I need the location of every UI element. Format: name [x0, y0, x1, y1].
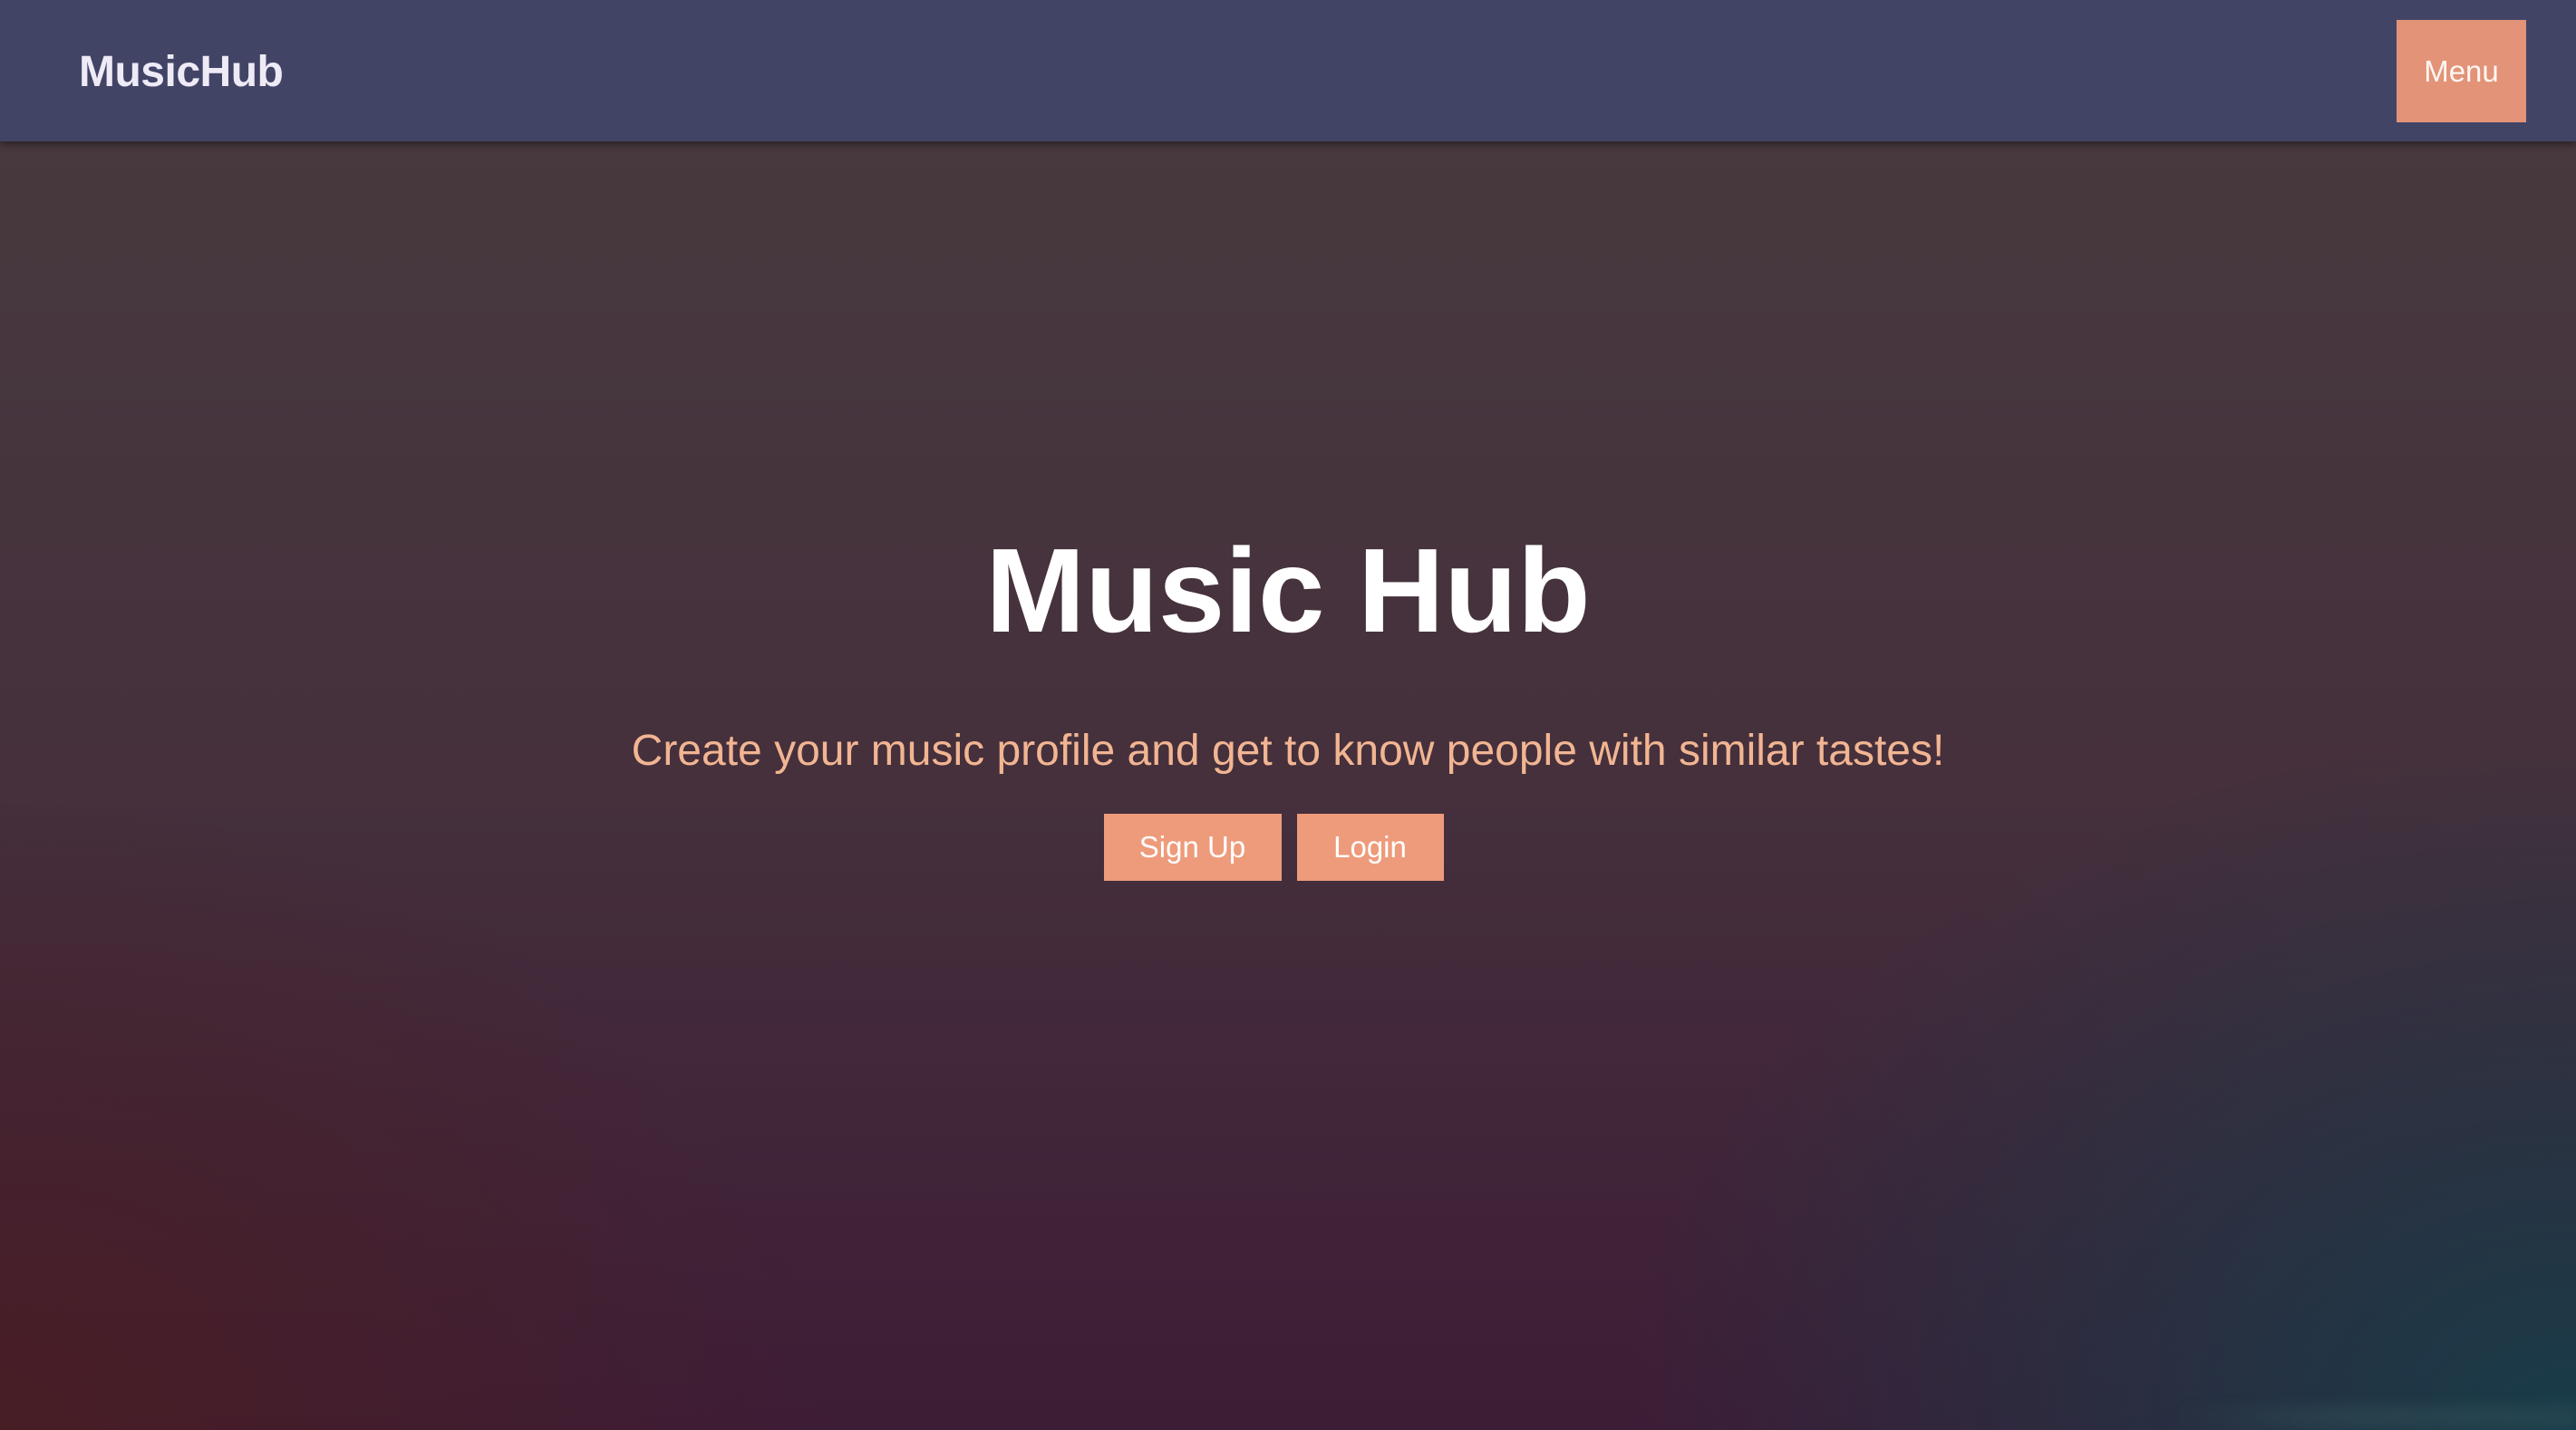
navbar: MusicHub Menu	[0, 0, 2576, 141]
brand-logo[interactable]: MusicHub	[79, 0, 284, 141]
login-button[interactable]: Login	[1296, 814, 1444, 881]
background-decoration	[2177, 1405, 2576, 1430]
menu-button[interactable]: Menu	[2397, 20, 2526, 122]
landing-page: MusicHub Menu Music Hub Create your musi…	[0, 0, 2576, 1430]
hero-subtitle: Create your music profile and get to kno…	[631, 727, 1945, 775]
hero-section: Music Hub Create your music profile and …	[0, 141, 2576, 1430]
hero-title: Music Hub	[985, 524, 1591, 657]
sign-up-button[interactable]: Sign Up	[1103, 814, 1282, 881]
hero-actions: Sign Up Login	[0, 814, 2576, 881]
